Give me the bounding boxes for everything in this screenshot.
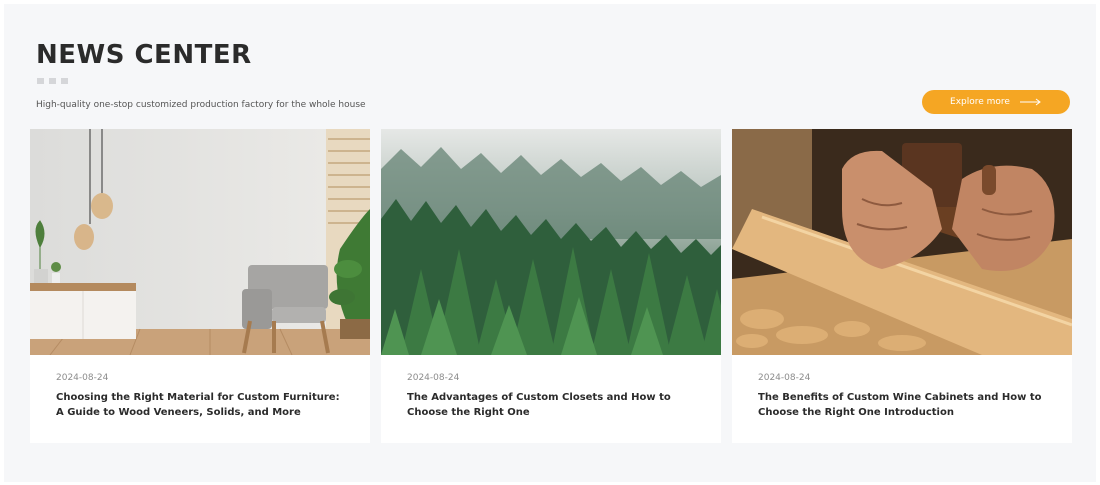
news-title-link[interactable]: Choosing the Right Material for Custom F… bbox=[56, 390, 344, 420]
news-card-image[interactable] bbox=[732, 129, 1072, 355]
news-center-section: NEWS CENTER High-quality one-stop custom… bbox=[4, 4, 1096, 482]
news-list: 2024-08-24 Choosing the Right Material f… bbox=[30, 129, 1072, 443]
news-date: 2024-08-24 bbox=[758, 373, 811, 383]
section-subtitle: High-quality one-stop customized product… bbox=[36, 100, 366, 110]
news-card-image[interactable] bbox=[30, 129, 370, 355]
explore-more-button[interactable]: Explore more bbox=[922, 90, 1070, 114]
news-card[interactable]: 2024-08-24 The Benefits of Custom Wine C… bbox=[732, 129, 1072, 443]
arrow-right-icon bbox=[1019, 98, 1041, 106]
news-card[interactable]: 2024-08-24 The Advantages of Custom Clos… bbox=[381, 129, 721, 443]
news-date: 2024-08-24 bbox=[407, 373, 460, 383]
news-card-image[interactable] bbox=[381, 129, 721, 355]
news-title-link[interactable]: The Benefits of Custom Wine Cabinets and… bbox=[758, 390, 1046, 420]
news-title-link[interactable]: The Advantages of Custom Closets and How… bbox=[407, 390, 695, 420]
page-title: NEWS CENTER bbox=[36, 40, 252, 70]
news-date: 2024-08-24 bbox=[56, 373, 109, 383]
news-card[interactable]: 2024-08-24 Choosing the Right Material f… bbox=[30, 129, 370, 443]
explore-more-label: Explore more bbox=[950, 97, 1010, 107]
title-decoration bbox=[37, 78, 68, 84]
